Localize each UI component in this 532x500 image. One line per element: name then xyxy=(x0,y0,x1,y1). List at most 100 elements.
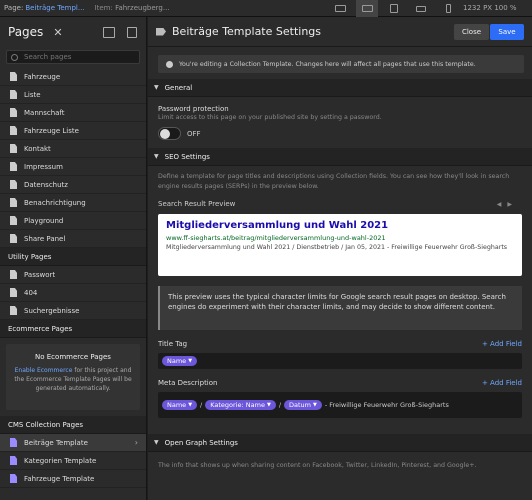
page-item-label: Impressum xyxy=(24,162,63,171)
page-icon xyxy=(10,216,17,225)
general-section-header[interactable]: ▼ General xyxy=(148,79,532,97)
breakpoint-mobile[interactable] xyxy=(437,0,459,17)
page-item-label: Datenschutz xyxy=(24,180,68,189)
og-description: The info that shows up when sharing cont… xyxy=(158,462,477,469)
page-icon xyxy=(10,198,17,207)
utility-item[interactable]: Passwort xyxy=(0,266,146,284)
add-field-button[interactable]: + Add Field xyxy=(482,340,522,348)
save-button[interactable]: Save xyxy=(490,24,524,40)
page-item-label: Mannschaft xyxy=(24,108,65,117)
info-icon xyxy=(166,60,173,68)
breakpoint-desktop[interactable] xyxy=(356,0,378,17)
general-section-label: General xyxy=(164,83,193,92)
cms-item[interactable]: Fahrzeuge Template xyxy=(0,470,146,488)
preview-label: Search Result Preview xyxy=(158,200,236,208)
seo-description: Define a template for page titles and de… xyxy=(158,173,510,190)
breakpoint-tablet[interactable] xyxy=(383,0,405,17)
enable-ecommerce-link[interactable]: Enable Ecommerce xyxy=(15,367,73,374)
page-icon xyxy=(10,90,17,99)
monitor-icon xyxy=(334,5,346,12)
cms-item-label: Beiträge Template xyxy=(24,438,88,447)
utility-item[interactable]: Suchergebnisse xyxy=(0,302,146,320)
add-folder-icon[interactable] xyxy=(103,27,115,38)
item-label: Item: xyxy=(94,4,113,12)
field-pill[interactable]: Name ▼ xyxy=(162,400,198,410)
page-value: Beiträge Templ... xyxy=(25,4,85,12)
ecommerce-title: No Ecommerce Pages xyxy=(35,353,111,361)
page-selector[interactable]: Page: Beiträge Templ... xyxy=(0,4,85,12)
page-item-label: Kontakt xyxy=(24,144,51,153)
meta-description-row: Meta Description + Add Field xyxy=(158,379,522,387)
width-value: 1232 xyxy=(463,4,481,12)
cms-item-selected[interactable]: Beiträge Template › xyxy=(0,434,146,452)
serp-url: www.ff-siegharts.at/beitrag/mitgliederve… xyxy=(166,234,386,242)
caret-down-icon: ▼ xyxy=(154,153,159,160)
separator: / xyxy=(278,401,282,409)
close-icon[interactable]: ✕ xyxy=(53,26,62,39)
add-field-button[interactable]: + Add Field xyxy=(482,379,522,387)
seo-section-header[interactable]: ▼ SEO Settings xyxy=(148,148,532,166)
title-tag-input[interactable]: Name ▼ xyxy=(158,353,522,369)
caret-down-icon: ▼ xyxy=(154,84,159,91)
page-item[interactable]: Playground xyxy=(0,212,146,230)
settings-header: Beiträge Template Settings Close Save xyxy=(148,17,532,47)
page-item[interactable]: Share Panel xyxy=(0,230,146,248)
page-icon xyxy=(10,306,17,315)
add-page-icon[interactable] xyxy=(127,27,137,38)
collection-notice: You're editing a Collection Template. Ch… xyxy=(158,55,524,73)
page-item[interactable]: Impressum xyxy=(0,158,146,176)
ecommerce-empty-state: No Ecommerce Pages Enable Ecommerce for … xyxy=(6,344,140,410)
notice-text: You're editing a Collection Template. Ch… xyxy=(179,60,476,68)
top-bar: Page: Beiträge Templ... Item: Fahrzeugbe… xyxy=(0,0,532,17)
toggle-knob xyxy=(160,129,170,139)
page-item[interactable]: Fahrzeuge Liste xyxy=(0,122,146,140)
toggle-state: OFF xyxy=(187,129,201,138)
preview-nav-arrows-icon[interactable]: ◀▶ xyxy=(497,201,518,208)
serp-preview: Mitgliederversammlung und Wahl 2021 www.… xyxy=(158,214,522,276)
page-icon xyxy=(10,126,17,135)
breakpoint-desktop-large[interactable] xyxy=(329,0,351,17)
search-input[interactable]: Search pages xyxy=(6,50,140,64)
zoom-value: 100 % xyxy=(494,4,517,12)
toggle-switch[interactable] xyxy=(158,127,181,140)
password-label: Password protection xyxy=(158,105,229,113)
page-item-label: Benachrichtigung xyxy=(24,198,86,207)
page-icon xyxy=(10,108,17,117)
cms-item[interactable]: Kategorien Template xyxy=(0,452,146,470)
page-item-label: Fahrzeuge xyxy=(24,72,61,81)
seo-section: Define a template for page titles and de… xyxy=(148,166,532,418)
page-icon xyxy=(10,234,17,243)
utility-item[interactable]: 404 xyxy=(0,284,146,302)
page-item[interactable]: Mannschaft xyxy=(0,104,146,122)
seo-section-label: SEO Settings xyxy=(164,152,210,161)
og-section-header[interactable]: ▼ Open Graph Settings xyxy=(148,434,532,452)
preview-info: This preview uses the typical character … xyxy=(158,286,522,330)
page-item[interactable]: Benachrichtigung xyxy=(0,194,146,212)
page-item[interactable]: Liste xyxy=(0,86,146,104)
serp-title: Mitgliederversammlung und Wahl 2021 xyxy=(166,220,389,231)
search-icon xyxy=(11,53,18,61)
field-pill[interactable]: Kategorie: Name ▼ xyxy=(205,400,276,410)
meta-description-input[interactable]: Name ▼ / Kategorie: Name ▼ / Datum ▼ - Frei… xyxy=(158,392,522,418)
desktop-icon xyxy=(361,5,373,12)
breakpoint-mobile-landscape[interactable] xyxy=(410,0,432,17)
page-item-label: Liste xyxy=(24,90,41,99)
page-item[interactable]: Datenschutz xyxy=(0,176,146,194)
page-item[interactable]: Fahrzeuge xyxy=(0,68,146,86)
page-label: Page: xyxy=(4,4,24,12)
page-item-label: Playground xyxy=(24,216,64,225)
utility-pages-header: Utility Pages xyxy=(0,248,146,266)
close-button[interactable]: Close xyxy=(454,24,489,40)
canvas-width: 1232 PX 100 % xyxy=(463,4,517,12)
page-icon xyxy=(10,162,17,171)
pages-title: Pages xyxy=(8,25,44,39)
password-toggle[interactable]: OFF xyxy=(158,127,522,140)
chevron-down-icon: ▼ xyxy=(188,402,193,408)
field-pill[interactable]: Datum ▼ xyxy=(284,400,322,410)
caret-down-icon: ▼ xyxy=(154,439,159,446)
page-item[interactable]: Kontakt xyxy=(0,140,146,158)
item-selector[interactable]: Item: Fahrzeugberg... xyxy=(95,4,170,12)
field-pill[interactable]: Name ▼ xyxy=(162,356,198,366)
pages-header: Pages ✕ xyxy=(0,17,146,47)
item-value: Fahrzeugberg... xyxy=(115,4,170,12)
